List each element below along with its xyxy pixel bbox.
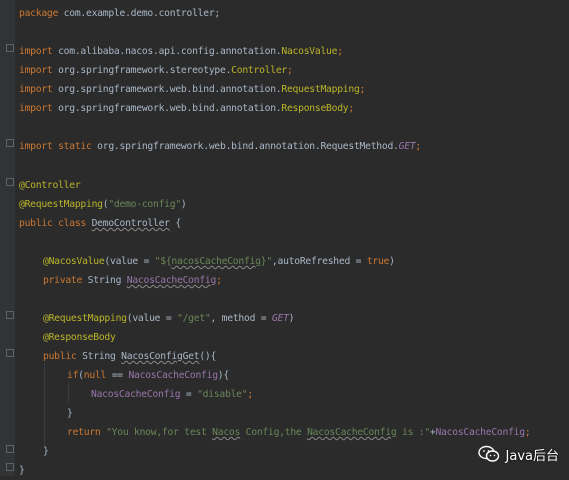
code-line-import: import com.alibaba.nacos.api.config.anno… <box>19 46 343 57</box>
wechat-icon <box>477 445 499 462</box>
code-line-import: import org.springframework.web.bind.anno… <box>19 103 354 114</box>
code-line-static-import: import static org.springframework.web.bi… <box>19 141 421 152</box>
watermark: Java后台 <box>477 442 559 466</box>
fold-marker-icon[interactable] <box>6 178 14 186</box>
code-line-assign: NacosCacheConfig = "disable"; <box>91 389 253 400</box>
fold-marker-icon[interactable] <box>6 139 14 147</box>
fold-marker-icon[interactable] <box>6 349 14 357</box>
code-line-return: return "You know,for test Nacos Config,t… <box>67 427 531 438</box>
code-line-response-body: @ResponseBody <box>43 332 116 343</box>
fold-marker-icon[interactable] <box>6 463 14 471</box>
code-line-class-declaration: public class DemoController { <box>19 218 181 229</box>
indent-guide <box>44 363 45 447</box>
code-line-field-declaration: private String NacosCacheConfig; <box>43 275 222 286</box>
code-line-if: if(null == NacosCacheConfig){ <box>67 370 229 381</box>
code-line-import: import org.springframework.stereotype.Co… <box>19 65 293 76</box>
fold-marker-icon[interactable] <box>6 311 14 319</box>
code-line-class-mapping: @RequestMapping("demo-config") <box>19 199 187 210</box>
code-line-method-declaration: public String NacosConfigGet(){ <box>43 351 217 362</box>
code-line-method-mapping: @RequestMapping(value = "/get", method =… <box>43 313 295 324</box>
watermark-text: Java后台 <box>505 448 559 464</box>
fold-marker-icon[interactable] <box>6 445 14 453</box>
code-line-class-close: } <box>19 465 25 476</box>
code-line-field-annotation: @NacosValue(value = "${nacosCacheConfig}… <box>43 256 395 267</box>
code-line-method-close: } <box>43 446 49 457</box>
code-line-package: package com.example.demo.controller; <box>19 8 220 19</box>
code-line-controller-annotation: @Controller <box>19 180 81 191</box>
code-line-if-close: } <box>67 408 73 419</box>
fold-marker-icon[interactable] <box>6 44 14 52</box>
code-line-import: import org.springframework.web.bind.anno… <box>19 84 366 95</box>
editor-gutter <box>0 0 15 476</box>
indent-guide <box>68 382 69 402</box>
code-editor[interactable]: package com.example.demo.controller; imp… <box>0 0 569 476</box>
